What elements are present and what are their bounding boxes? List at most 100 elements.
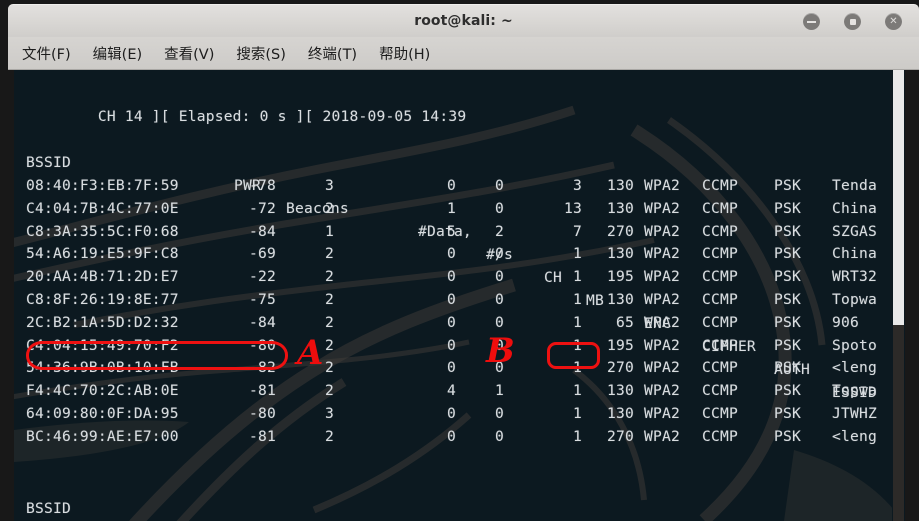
cell-beacons: 2 <box>325 382 334 400</box>
cell-cipher: CCMP <box>702 199 738 217</box>
cell-bssid: C4:04:15:49:70:F2 <box>26 336 179 354</box>
cell-bssid: C4:04:7B:4C:77:0E <box>26 199 179 217</box>
cell-enc: WPA2 <box>644 336 680 354</box>
cell-mb: 65 <box>616 313 634 331</box>
scrollbar[interactable] <box>892 70 905 521</box>
minimize-icon <box>803 13 820 30</box>
cell-cipher: CCMP <box>702 268 738 286</box>
cell-auth: PSK <box>774 245 801 263</box>
cell-mb: 270 <box>607 222 634 240</box>
cell-enc: WPA2 <box>644 222 680 240</box>
menu-item-edit[interactable]: 编辑(E) <box>93 43 142 64</box>
annotation-label-b: B <box>486 331 515 371</box>
cell-mb: 195 <box>607 336 634 354</box>
cell-auth: PSK <box>774 177 801 194</box>
cell-enc: WPA2 <box>644 382 680 400</box>
menu-item-file[interactable]: 文件(F) <box>22 43 71 64</box>
cell-auth: PSK <box>774 291 801 308</box>
cell-rate: 1 <box>495 382 504 400</box>
menu-item-view[interactable]: 查看(V) <box>164 43 214 64</box>
terminal-text: CH 14 ][ Elapsed: 0 s ][ 2018-09-05 14:3… <box>14 70 905 521</box>
cell-essid: Tenda <box>832 177 877 194</box>
menu-item-help[interactable]: 帮助(H) <box>379 43 430 64</box>
cell-essid: China <box>832 199 877 217</box>
cell-bssid: 20:AA:4B:71:2D:E7 <box>26 268 179 286</box>
cell-cipher: CCMP <box>702 382 738 400</box>
cell-auth: PSK <box>774 313 801 331</box>
cell-auth: PSK <box>774 222 801 240</box>
cell-auth: PSK <box>774 336 801 354</box>
cell-cipher: CCMP <box>702 405 738 422</box>
cell-beacons: 3 <box>325 405 334 422</box>
cell-beacons: 2 <box>325 268 334 286</box>
cell-essid: Topwa <box>832 382 877 400</box>
scrollbar-lower-track[interactable] <box>893 325 904 521</box>
cell-essid: <leng <box>832 359 877 377</box>
terminal-window: root@kali: ~ ✕ 文件(F) 编辑(E) 查看(V) 搜索(S) 终… <box>0 0 919 521</box>
cell-enc: WPA2 <box>644 359 680 377</box>
cell-beacons: 2 <box>325 427 334 445</box>
cell-cipher: CCMP <box>702 222 738 240</box>
cell-mb: 130 <box>607 405 634 422</box>
menu-item-search[interactable]: 搜索(S) <box>236 43 286 64</box>
cell-beacons: 2 <box>325 199 334 217</box>
cell-essid: SZGAS <box>832 222 877 240</box>
cell-rate: 0 <box>495 268 504 286</box>
cell-cipher: CCMP <box>702 291 738 308</box>
cell-bssid: F4:4C:70:2C:AB:0E <box>26 382 179 400</box>
cell-cipher: CCMP <box>702 427 738 445</box>
cell-enc: WPA2 <box>644 291 680 308</box>
header-bssid: BSSID <box>26 154 71 171</box>
cell-mb: 130 <box>607 199 634 217</box>
station-header-row: BSSID STATION PWR Rate Lost Frames Probe <box>14 474 86 517</box>
scrollbar-thumb[interactable] <box>893 70 904 325</box>
maximize-button[interactable] <box>844 13 861 30</box>
cell-rate: 0 <box>495 177 504 194</box>
status-line: CH 14 ][ Elapsed: 0 s ][ 2018-09-05 14:3… <box>26 82 466 125</box>
close-button[interactable]: ✕ <box>885 13 902 30</box>
ap-header-row: BSSID PWR Beacons #Data, #/s CH MB ENC C… <box>14 128 877 401</box>
close-icon: ✕ <box>889 15 898 27</box>
cell-bssid: 54:36:9B:0B:10:FB <box>26 359 179 377</box>
cell-mb: 130 <box>607 291 634 308</box>
terminal-body[interactable]: CH 14 ][ Elapsed: 0 s ][ 2018-09-05 14:3… <box>14 70 905 521</box>
menu-item-terminal[interactable]: 终端(T) <box>308 43 357 64</box>
cell-beacons: 1 <box>325 222 334 240</box>
cell-auth: PSK <box>774 405 801 422</box>
cell-cipher: CCMP <box>702 177 738 194</box>
cell-mb: 130 <box>607 382 634 400</box>
cell-bssid: C8:8F:26:19:8E:77 <box>26 291 179 308</box>
cell-auth: PSK <box>774 382 801 400</box>
cell-auth: PSK <box>774 427 801 445</box>
cell-rate: 0 <box>495 245 504 263</box>
cell-bssid: 08:40:F3:EB:7F:59 <box>26 177 179 194</box>
cell-rate: 2 <box>495 222 504 240</box>
cell-essid: <leng <box>832 427 877 445</box>
cell-mb: 130 <box>607 245 634 263</box>
cell-mb: 270 <box>607 427 634 445</box>
cell-mb: 195 <box>607 268 634 286</box>
cell-cipher: CCMP <box>702 359 738 377</box>
minimize-button[interactable] <box>803 13 820 30</box>
cell-cipher: CCMP <box>702 313 738 331</box>
status-line-text: CH 14 ][ Elapsed: 0 s ][ 2018-09-05 14:3… <box>97 108 467 125</box>
cell-essid: China <box>832 245 877 263</box>
title-bar: root@kali: ~ ✕ <box>8 4 919 38</box>
cell-bssid: 64:09:80:0F:DA:95 <box>26 405 179 422</box>
cell-essid: Spoto <box>832 336 877 354</box>
cell-mb: 270 <box>607 359 634 377</box>
cell-essid: WRT32 <box>832 268 877 286</box>
cell-bssid: 54:A6:19:E5:9F:C8 <box>26 245 179 263</box>
cell-beacons: 2 <box>325 245 334 263</box>
cell-essid: JTWHZ <box>832 405 877 422</box>
cell-cipher: CCMP <box>702 245 738 263</box>
cell-enc: WPA2 <box>644 245 680 263</box>
cell-essid: 906 <box>832 313 859 331</box>
station-header-bssid: BSSID <box>26 500 71 517</box>
cell-enc: WPA2 <box>644 313 680 331</box>
cell-beacons: 2 <box>325 291 334 308</box>
cell-mb: 130 <box>607 177 634 194</box>
menu-bar: 文件(F) 编辑(E) 查看(V) 搜索(S) 终端(T) 帮助(H) <box>8 37 919 70</box>
cell-rate: 0 <box>495 291 504 308</box>
cell-enc: WPA2 <box>644 427 680 445</box>
